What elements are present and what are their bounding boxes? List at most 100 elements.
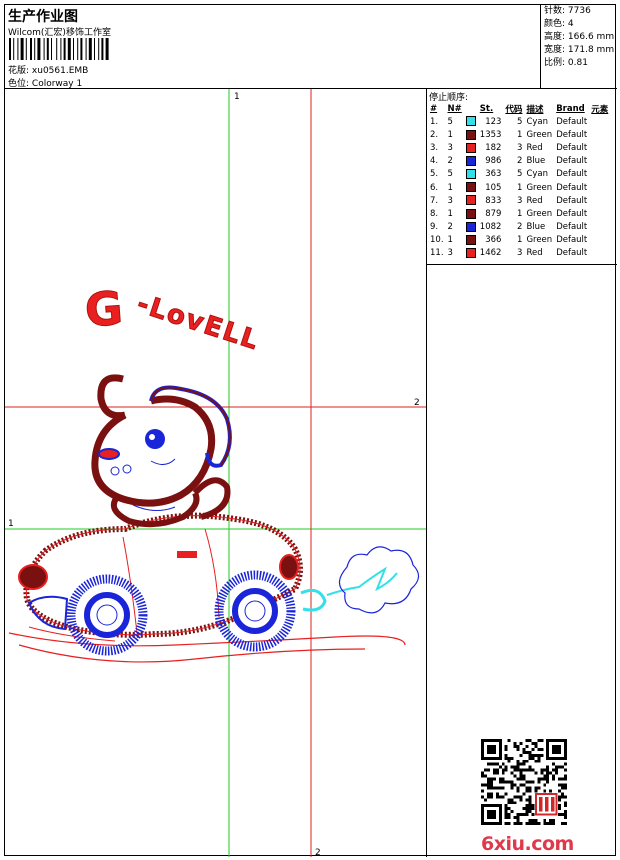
bear-eye — [145, 429, 165, 449]
row-stitches: 1462 — [479, 248, 502, 259]
row-index: 1. — [430, 116, 439, 127]
row-stitches: 366 — [485, 235, 502, 246]
road-line-1 — [8, 632, 406, 647]
production-sheet: 生产作业图 Wilcom(汇宏)移饰工作室 花版: xu0561.EMB 色位:… — [4, 4, 617, 857]
table-row: 7. 3 833 3 Red Default — [428, 194, 610, 207]
bear-eye-highlight — [149, 434, 155, 440]
row-index: 5. — [430, 169, 439, 180]
row-index: 10. — [430, 235, 444, 246]
wheel-rear — [214, 570, 296, 652]
row-desc: Green — [526, 182, 553, 193]
row-index: 7. — [430, 195, 439, 206]
car-rear-light — [18, 564, 48, 590]
row-code: 1 — [517, 129, 523, 140]
row-needle: 3 — [447, 142, 453, 153]
exhaust-cloud — [338, 546, 420, 614]
row-element — [589, 234, 610, 247]
exhaust-flame — [326, 566, 398, 596]
row-needle: 3 — [447, 248, 453, 259]
bear-cheek-1 — [110, 466, 120, 476]
header-info: 生产作业图 Wilcom(汇宏)移饰工作室 花版: xu0561.EMB 色位:… — [5, 5, 541, 89]
row-stitches: 833 — [485, 195, 502, 206]
row-code: 1 — [517, 235, 523, 246]
row-needle: 1 — [447, 208, 453, 219]
row-swatch — [464, 234, 478, 247]
row-swatch — [464, 115, 478, 128]
row-index: 2. — [430, 129, 439, 140]
row-code: 3 — [517, 195, 523, 206]
row-brand: Default — [556, 142, 588, 153]
color-swatch — [465, 208, 476, 219]
embroidery-preview: 1 1 2 2 G -LovELL — [5, 89, 426, 857]
col-element: 元素 — [591, 105, 609, 115]
row-stitches: 986 — [485, 156, 502, 167]
bear-left-ear — [97, 374, 126, 420]
exhaust-pipe — [300, 588, 327, 612]
row-stitches: 182 — [485, 142, 502, 153]
bear-cheek-2 — [122, 464, 132, 474]
color-swatch — [465, 116, 476, 127]
table-row: 1. 5 123 5 Cyan Default — [428, 115, 610, 128]
table-row: 4. 2 986 2 Blue Default — [428, 155, 610, 168]
company-name: Wilcom(汇宏)移饰工作室 — [8, 28, 111, 38]
row-desc: Blue — [526, 156, 546, 167]
row-element — [589, 221, 610, 234]
table-row: 10. 1 366 1 Green Default — [428, 234, 610, 247]
row-needle: 5 — [447, 169, 453, 180]
color-swatch — [465, 169, 476, 180]
colorway-row: 色位: Colorway 1 — [8, 76, 82, 89]
row-index: 9. — [430, 222, 439, 233]
row-desc: Red — [526, 195, 543, 206]
barcode-icon — [9, 38, 109, 60]
row-index: 8. — [430, 208, 439, 219]
row-brand: Default — [556, 195, 588, 206]
row-swatch — [464, 194, 478, 207]
row-swatch — [464, 181, 478, 194]
row-desc: Cyan — [526, 116, 548, 127]
row-swatch — [464, 247, 478, 260]
row-desc: Green — [526, 208, 553, 219]
sheet-header: 生产作业图 Wilcom(汇宏)移饰工作室 花版: xu0561.EMB 色位:… — [5, 5, 617, 89]
colorway-label: 色位: — [8, 79, 30, 89]
row-desc: Green — [526, 129, 553, 140]
color-swatch — [465, 235, 476, 246]
row-brand: Default — [556, 208, 588, 219]
row-swatch — [464, 141, 478, 154]
row-swatch — [464, 221, 478, 234]
col-brand: Brand — [556, 104, 585, 114]
stat-stitches: 针数: 7736 — [544, 6, 591, 16]
car-grille — [177, 551, 197, 558]
row-desc: Red — [526, 248, 543, 259]
row-needle: 3 — [447, 195, 453, 206]
colorway-value: Colorway 1 — [31, 79, 83, 89]
col-stitches: St. — [479, 104, 494, 114]
row-element — [589, 155, 610, 168]
car-headlight — [279, 554, 299, 580]
design-file-label: 花版: — [8, 66, 30, 76]
row-index: 3. — [430, 142, 439, 153]
design-text-g: G — [83, 281, 124, 338]
row-brand: Default — [556, 129, 588, 140]
design-canvas: 1 1 2 2 G -LovELL — [5, 89, 427, 857]
row-element — [589, 247, 610, 260]
table-row: 11. 3 1462 3 Red Default — [428, 247, 610, 260]
stop-sequence-panel: 停止顺序: # N# St. 代码 描述 Brand 元素 1. 5 123 5 Cya… — [427, 89, 617, 265]
table-row: 2. 1 1353 1 Green Default — [428, 128, 610, 141]
row-code: 5 — [517, 116, 523, 127]
bear-arm — [192, 477, 231, 520]
bear-mouth — [150, 458, 176, 465]
stop-sequence-table: # N# St. 代码 描述 Brand 元素 1. 5 123 5 Cyan Defau… — [428, 103, 610, 260]
row-stitches: 123 — [485, 116, 502, 127]
row-needle: 1 — [447, 129, 453, 140]
row-swatch — [464, 168, 478, 181]
row-brand: Default — [556, 248, 588, 259]
row-element — [589, 168, 610, 181]
stat-height: 高度: 166.6 mm — [544, 32, 615, 42]
color-swatch — [465, 221, 476, 232]
row-desc: Green — [526, 235, 553, 246]
color-swatch — [465, 142, 476, 153]
table-row: 8. 1 879 1 Green Default — [428, 207, 610, 220]
row-swatch — [464, 155, 478, 168]
marker-left-1: 1 — [8, 519, 14, 529]
row-brand: Default — [556, 116, 588, 127]
